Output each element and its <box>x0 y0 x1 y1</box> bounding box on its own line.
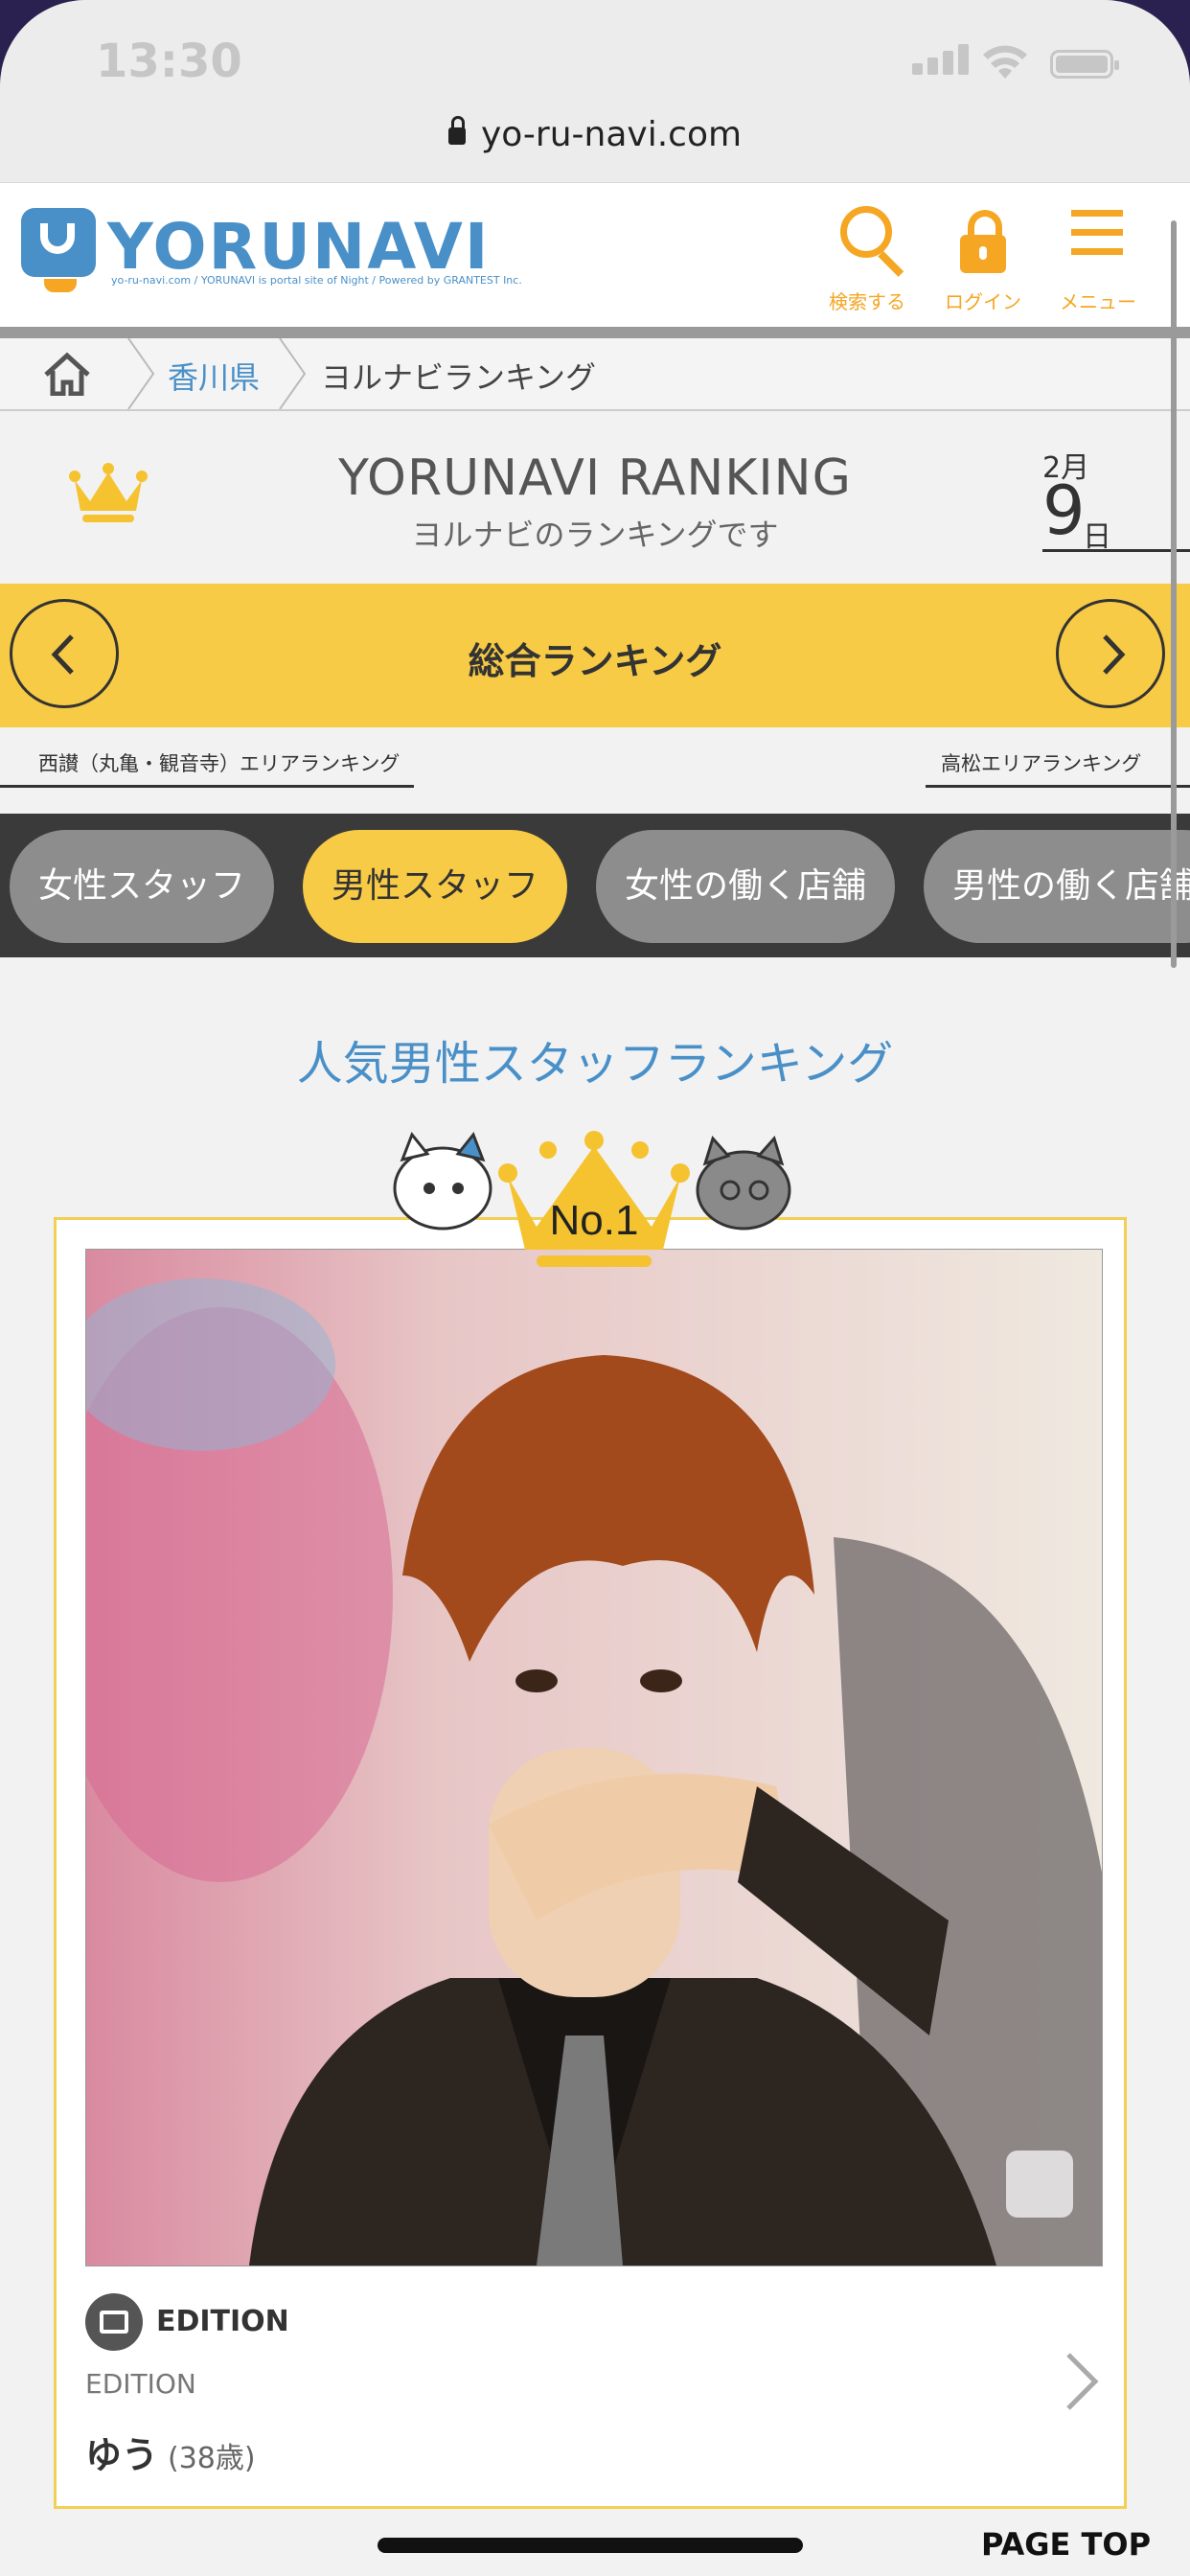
breadcrumb-current: ヨルナビランキング <box>321 359 597 396</box>
login-label: ログイン <box>945 290 1021 313</box>
rank-label: No.1 <box>550 1197 639 1244</box>
chevron-right-icon[interactable] <box>1063 2351 1101 2412</box>
breadcrumb-separator-icon <box>279 338 307 409</box>
crown-rank-icon: No.1 <box>393 1131 791 1267</box>
menu-label: メニュー <box>1060 290 1136 313</box>
battery-icon <box>1050 50 1119 79</box>
device-screen: 13:30 yo-ru-navi.com YORUNAVI yo-ru-navi… <box>0 0 1190 2576</box>
breadcrumb-kagawa-link[interactable]: 香川県 <box>168 354 260 398</box>
status-time: 13:30 <box>96 34 242 88</box>
area-ranking-links: 西讃（丸亀・観音寺）エリアランキング 高松エリアランキング <box>0 727 1190 814</box>
header-divider <box>0 327 1190 338</box>
ranking-category-bar: 総合ランキング <box>0 584 1190 727</box>
ranking-header: YORUNAVI RANKING ヨルナビのランキングです 2月 9 日 <box>0 411 1190 584</box>
rank-badge: No.1 <box>383 1121 805 1284</box>
search-label: 検索する <box>829 290 905 313</box>
page-top-button[interactable]: PAGE TOP <box>981 2526 1151 2563</box>
breadcrumb: 香川県 ヨルナビランキング <box>0 338 1190 411</box>
ranking-category-title: 総合ランキング <box>468 640 722 682</box>
tab-male-shops[interactable]: 男性の働く店舗 <box>924 830 1190 943</box>
logo-stand <box>44 279 77 292</box>
area-link-takamatsu[interactable]: 高松エリアランキング <box>941 748 1141 777</box>
logo-tagline: yo-ru-navi.com / YORUNAVI is portal site… <box>111 274 522 287</box>
site-header: YORUNAVI yo-ru-navi.com / YORUNAVI is po… <box>0 183 1190 327</box>
logo-mark-icon <box>21 208 96 277</box>
next-ranking-button[interactable] <box>1056 599 1165 708</box>
chevron-right-icon <box>1103 634 1126 675</box>
staff-photo-image <box>86 1250 1102 2266</box>
tab-male-staff[interactable]: 男性スタッフ <box>303 830 567 943</box>
url-text: yo-ru-navi.com <box>480 115 743 154</box>
scrollbar[interactable] <box>1171 220 1177 968</box>
search-icon <box>840 206 892 258</box>
wifi-icon <box>983 45 1027 79</box>
status-bar: 13:30 <box>0 0 1190 115</box>
shop-subtitle: EDITION <box>85 2368 196 2400</box>
ranking-title: YORUNAVI RANKING <box>338 449 852 507</box>
area-link-underline <box>926 785 1190 788</box>
ranking-card[interactable]: EDITION EDITION ゆう (38歳) <box>54 1217 1127 2509</box>
breadcrumb-separator-icon <box>127 338 155 409</box>
address-bar[interactable]: yo-ru-navi.com <box>0 105 1190 183</box>
shop-icon <box>85 2293 143 2351</box>
date-day: 9 <box>1042 472 1086 550</box>
lock-icon <box>447 116 466 145</box>
area-link-seisan[interactable]: 西讃（丸亀・観音寺）エリアランキング <box>38 748 400 777</box>
staff-tabs: 女性スタッフ 男性スタッフ 女性の働く店舗 男性の働く店舗 <box>0 814 1190 957</box>
ranking-subtitle: ヨルナビのランキングです <box>411 517 779 553</box>
tab-female-shops[interactable]: 女性の働く店舗 <box>596 830 895 943</box>
home-indicator[interactable] <box>378 2538 803 2553</box>
padlock-icon <box>960 235 1006 273</box>
home-icon[interactable] <box>42 352 92 396</box>
staff-age: (38歳) <box>168 2442 256 2475</box>
staff-name-text: ゆう <box>85 2434 159 2476</box>
logo-text: YORUNAVI <box>107 210 491 284</box>
shop-name[interactable]: EDITION <box>156 2305 289 2338</box>
tab-female-staff[interactable]: 女性スタッフ <box>10 830 274 943</box>
signal-icon <box>912 44 973 75</box>
staff-photo[interactable] <box>85 1249 1103 2266</box>
section-title: 人気男性スタッフランキング <box>296 1037 894 1091</box>
staff-name: ゆう (38歳) <box>85 2426 256 2478</box>
date-day-unit: 日 <box>1083 520 1111 554</box>
date-display: 2月 9 日 <box>1042 444 1190 554</box>
area-link-underline <box>0 785 414 788</box>
